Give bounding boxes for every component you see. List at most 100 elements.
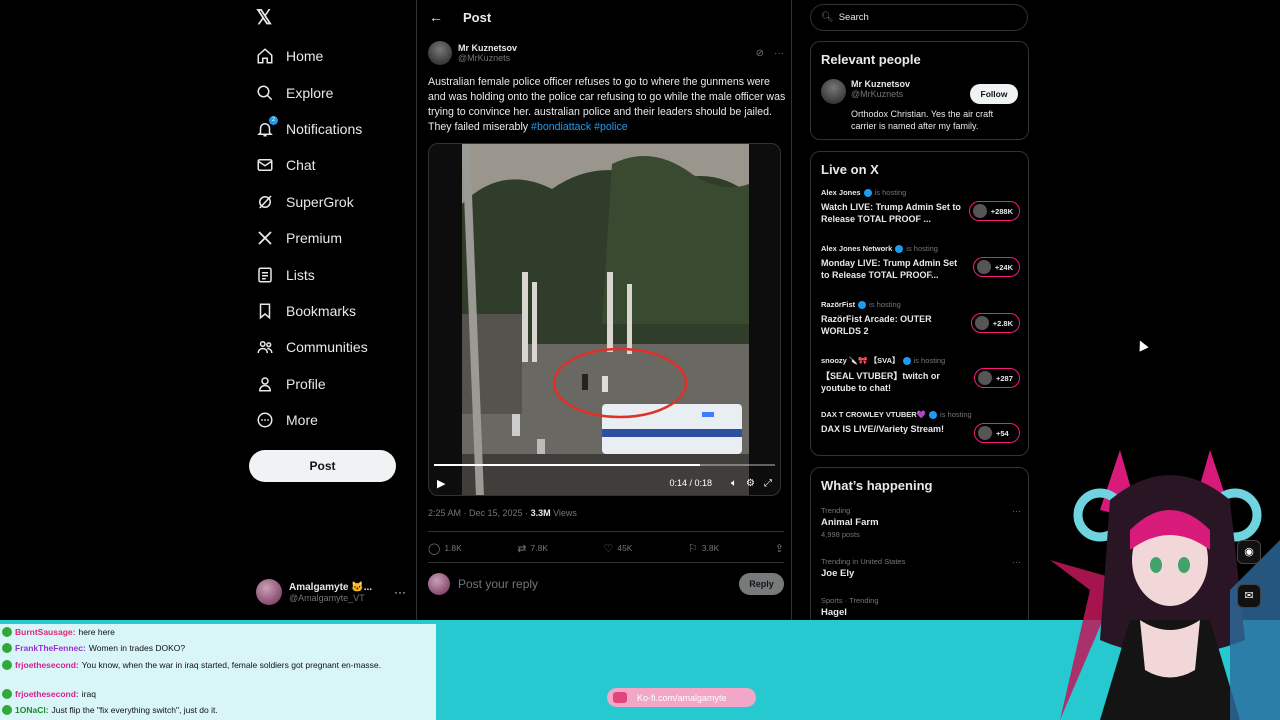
sidebar-item-label: SuperGrok xyxy=(286,193,354,210)
settings-gear-icon[interactable]: ⚙ xyxy=(746,478,755,489)
more-dots-icon[interactable]: ··· xyxy=(1012,506,1021,516)
live-host: DAX T CROWLEY VTUBER💜 is hosting xyxy=(821,410,1021,419)
grok-icon xyxy=(256,193,274,211)
is-hosting-label: is hosting xyxy=(869,300,901,309)
more-dots-icon[interactable]: ··· xyxy=(1012,557,1021,567)
post-timestamp: 2:25 AM · Dec 15, 2025 · 3.3M Views xyxy=(428,508,577,518)
hashtag-link[interactable]: #police xyxy=(594,121,628,133)
live-item[interactable]: Alex Jones is hosting Watch LIVE: Trump A… xyxy=(821,188,1021,236)
host-name: RazörFist xyxy=(821,300,856,309)
video-frame[interactable] xyxy=(462,144,749,495)
sidebar-item-home[interactable]: Home xyxy=(256,38,416,74)
chat-user: 1ONaCl: xyxy=(15,705,49,715)
person-name[interactable]: Mr Kuznetsov xyxy=(851,79,910,89)
reply-input[interactable]: Post your reply xyxy=(458,577,538,591)
hashtag-link[interactable]: #bondiattack xyxy=(531,121,591,133)
video-player[interactable]: ▶ 0:14 / 0:18 🔈︎ ⚙ ⤢ xyxy=(428,143,781,496)
sidebar-item-chat[interactable]: Chat xyxy=(256,147,416,183)
sidebar-item-more[interactable]: More xyxy=(256,402,416,438)
sidebar-item-explore[interactable]: Explore xyxy=(256,74,416,110)
sidebar-item-bookmarks[interactable]: Bookmarks xyxy=(256,293,416,329)
is-hosting-label: is hosting xyxy=(874,188,907,197)
live-item[interactable]: snoozy 🔪🎀 【SVA】 is hosting 【SEAL VTUBER】t… xyxy=(821,355,1021,403)
account-handle: @Amalgamyte_VT xyxy=(289,592,365,603)
trend-item[interactable]: Sports · Trending Hagel xyxy=(821,596,1021,618)
bookmark-button[interactable]: ⚐ 3.8K xyxy=(688,542,719,555)
sidebar-item-notifications[interactable]: 2 Notifications xyxy=(256,111,416,147)
timestamp-text[interactable]: 2:25 AM · Dec 15, 2025 · xyxy=(428,508,531,518)
live-on-x-panel: Live on X Alex Jones is hosting Watch LIV… xyxy=(810,151,1029,456)
sidebar-item-supergrok[interactable]: SuperGrok xyxy=(256,184,416,220)
chat-user: frjoethesecond: xyxy=(15,689,79,699)
live-title: Watch LIVE: Trump Admin Set to Release T… xyxy=(821,202,961,224)
chat-text: You know, when the war in iraq started, … xyxy=(81,660,382,670)
avatar[interactable] xyxy=(428,41,452,65)
live-item[interactable]: Alex Jones Network is hosting Monday LIVE… xyxy=(821,244,1021,292)
avatar xyxy=(256,579,282,605)
like-button[interactable]: ♡ 45K xyxy=(603,542,632,555)
x-logo[interactable]: 𝕏 xyxy=(256,8,276,28)
account-info: Amalgamyte 🐱... @Amalgamyte_VT xyxy=(289,582,372,603)
listener-count[interactable]: +288K xyxy=(968,201,1020,221)
sidebar-item-label: Lists xyxy=(286,266,315,283)
person-icon xyxy=(256,375,274,393)
host-name: DAX T CROWLEY VTUBER💜 xyxy=(821,410,927,419)
sidebar-item-lists[interactable]: Lists xyxy=(256,256,416,292)
trend-item[interactable]: Trending Animal Farm 4,998 posts ··· xyxy=(821,506,1021,539)
sidebar-item-profile[interactable]: Profile xyxy=(256,366,416,402)
trend-item[interactable]: Trending in United States Joe Ely ··· xyxy=(821,557,1021,579)
count-text: +2.8K xyxy=(992,318,1013,328)
chat-message: BurntSausage: here here xyxy=(2,627,115,637)
avatar xyxy=(428,573,450,595)
live-item[interactable]: RazörFist is hosting RazörFist Arcade: OU… xyxy=(821,300,1021,348)
live-host: Alex Jones Network is hosting xyxy=(821,244,1021,253)
listener-count[interactable]: +287 xyxy=(974,368,1020,388)
more-dots-icon[interactable]: ··· xyxy=(774,48,784,59)
author-name[interactable]: Mr Kuznetsov xyxy=(458,43,517,53)
volume-icon[interactable]: 🔈︎ xyxy=(731,478,737,489)
more-dots-icon[interactable]: ··· xyxy=(394,585,406,599)
kofi-link[interactable]: Ko-fi.com/amalgamyte xyxy=(607,688,756,707)
listener-count[interactable]: +54 xyxy=(974,423,1020,443)
follow-button[interactable]: Follow xyxy=(970,84,1018,104)
avatar[interactable] xyxy=(821,79,846,104)
chat-user: BurntSausage: xyxy=(15,627,76,637)
author-handle[interactable]: @MrKuznets xyxy=(458,53,517,63)
chat-user: FrankTheFennec: xyxy=(15,643,86,653)
back-arrow-icon[interactable]: ← xyxy=(429,9,459,25)
post-text: Australian female police officer refuses… xyxy=(428,75,788,135)
account-name: Amalgamyte 🐱... xyxy=(289,581,373,593)
sidebar-item-premium[interactable]: Premium xyxy=(256,220,416,256)
search-input[interactable]: 🔍︎ Search xyxy=(810,4,1028,31)
mouse-cursor-icon xyxy=(1135,338,1149,352)
live-title: Monday LIVE: Trump Admin Set to Release … xyxy=(821,258,958,280)
heart-icon: ♡ xyxy=(603,542,614,555)
account-switcher[interactable]: Amalgamyte 🐱... @Amalgamyte_VT ··· xyxy=(256,578,406,606)
reply-button[interactable]: ◯ 1.8K xyxy=(428,542,462,555)
grok-icon[interactable]: ⊘ xyxy=(756,48,764,59)
listener-count[interactable]: +24K xyxy=(972,257,1020,277)
chat-message: frjoethesecond: iraq xyxy=(2,689,96,699)
verified-icon xyxy=(902,356,911,365)
avatar xyxy=(976,260,991,274)
share-button[interactable]: ⇪ xyxy=(775,542,784,555)
sidebar-item-communities[interactable]: Communities xyxy=(256,329,416,365)
trend-posts: 4,998 posts xyxy=(821,530,860,539)
host-name: snoozy 🔪🎀 【SVA】 xyxy=(821,356,900,365)
repost-button[interactable]: ⇄ 7.8K xyxy=(517,542,548,555)
play-icon[interactable]: ▶ xyxy=(437,477,445,490)
live-title: DAX IS LIVE//Variety Stream! xyxy=(821,424,945,434)
trend-context: Sports · Trending xyxy=(821,596,879,605)
listener-count[interactable]: +2.8K xyxy=(970,313,1020,333)
compose-post-button[interactable]: Post xyxy=(249,450,396,482)
chat-user: frjoethesecond: xyxy=(15,660,79,670)
video-progress-bar[interactable] xyxy=(434,464,775,466)
list-icon xyxy=(256,266,274,284)
verified-icon xyxy=(863,188,872,197)
live-item[interactable]: DAX T CROWLEY VTUBER💜 is hosting DAX IS L… xyxy=(821,410,1021,458)
sidebar-item-label: Explore xyxy=(286,84,334,101)
kofi-text: Ko-fi.com/amalgamyte xyxy=(637,692,727,703)
fullscreen-icon[interactable]: ⤢ xyxy=(764,478,772,489)
engagement-bar: ◯ 1.8K ⇄ 7.8K ♡ 45K ⚐ 3.8K ⇪ xyxy=(428,531,784,563)
reply-submit-button[interactable]: Reply xyxy=(739,573,784,595)
